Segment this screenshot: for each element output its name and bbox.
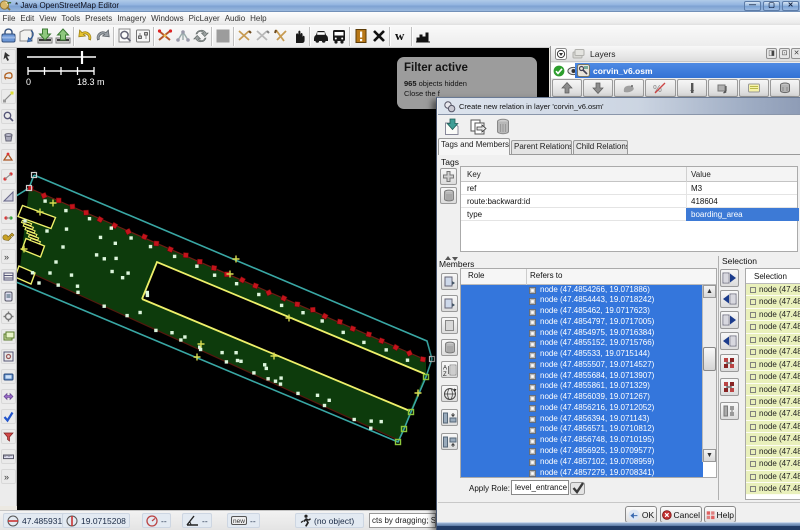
svg-text:Z: Z bbox=[443, 372, 447, 377]
svg-text:%: % bbox=[653, 84, 662, 95]
svg-text:»: » bbox=[4, 252, 9, 262]
svg-text:new: new bbox=[233, 518, 245, 525]
svg-text:18.3 m: 18.3 m bbox=[77, 77, 105, 87]
svg-text:0: 0 bbox=[26, 77, 31, 87]
svg-text:A: A bbox=[443, 365, 447, 371]
svg-text:»: » bbox=[4, 472, 9, 482]
svg-text:w: w bbox=[395, 28, 405, 43]
